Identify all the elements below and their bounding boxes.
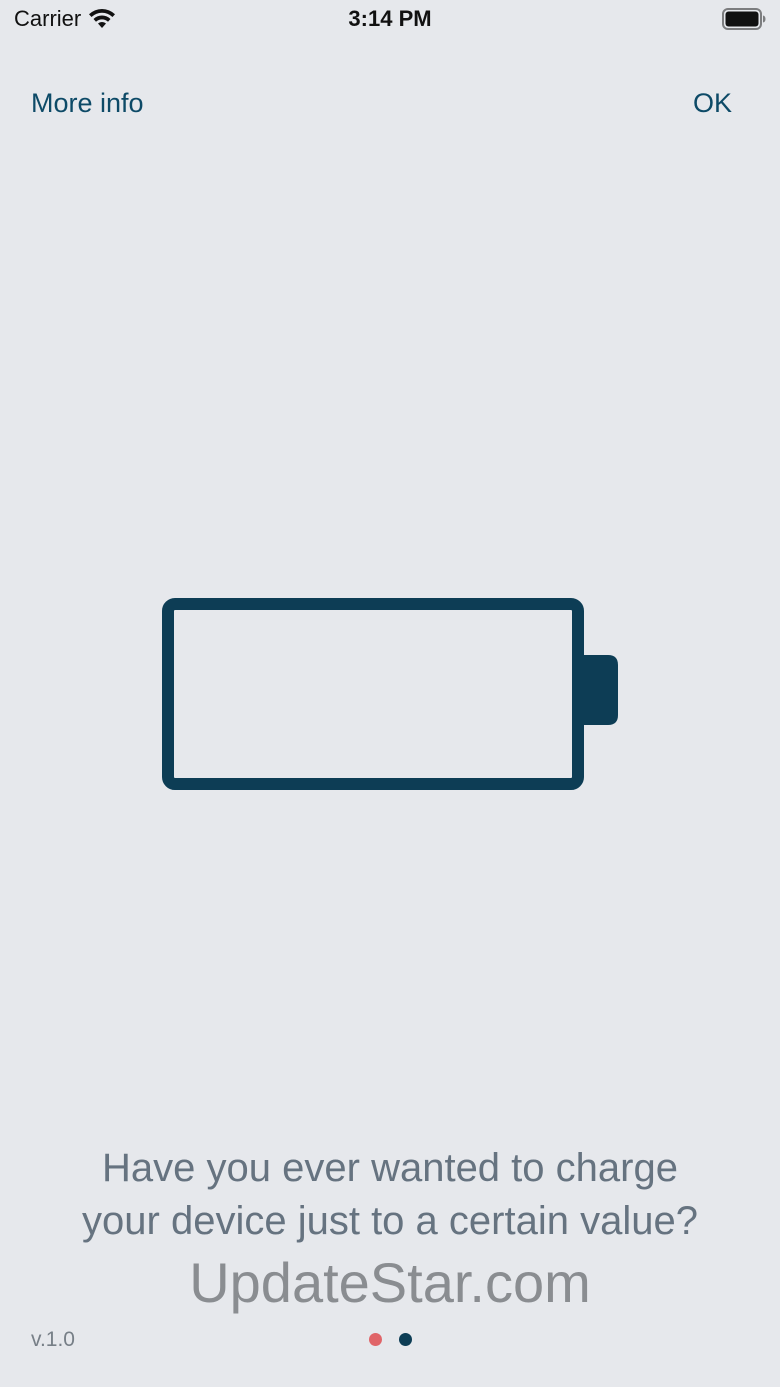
onboarding-headline: Have you ever wanted to charge your devi… <box>20 1142 760 1248</box>
watermark: UpdateStar.com <box>189 1251 591 1314</box>
headline-line-2: your device just to a certain value? <box>82 1199 698 1243</box>
page-dot-2[interactable] <box>398 1333 412 1346</box>
headline-line-1: Have you ever wanted to charge <box>102 1146 678 1190</box>
status-bar: Carrier 3:14 PM <box>0 0 780 40</box>
page-dot-1[interactable] <box>368 1333 382 1346</box>
ok-button[interactable]: OK <box>693 88 732 119</box>
battery-full-icon <box>722 8 766 30</box>
page-indicator[interactable] <box>0 1333 780 1346</box>
more-info-button[interactable]: More info <box>31 88 144 119</box>
battery-empty-icon <box>162 598 618 790</box>
status-time: 3:14 PM <box>348 6 432 31</box>
